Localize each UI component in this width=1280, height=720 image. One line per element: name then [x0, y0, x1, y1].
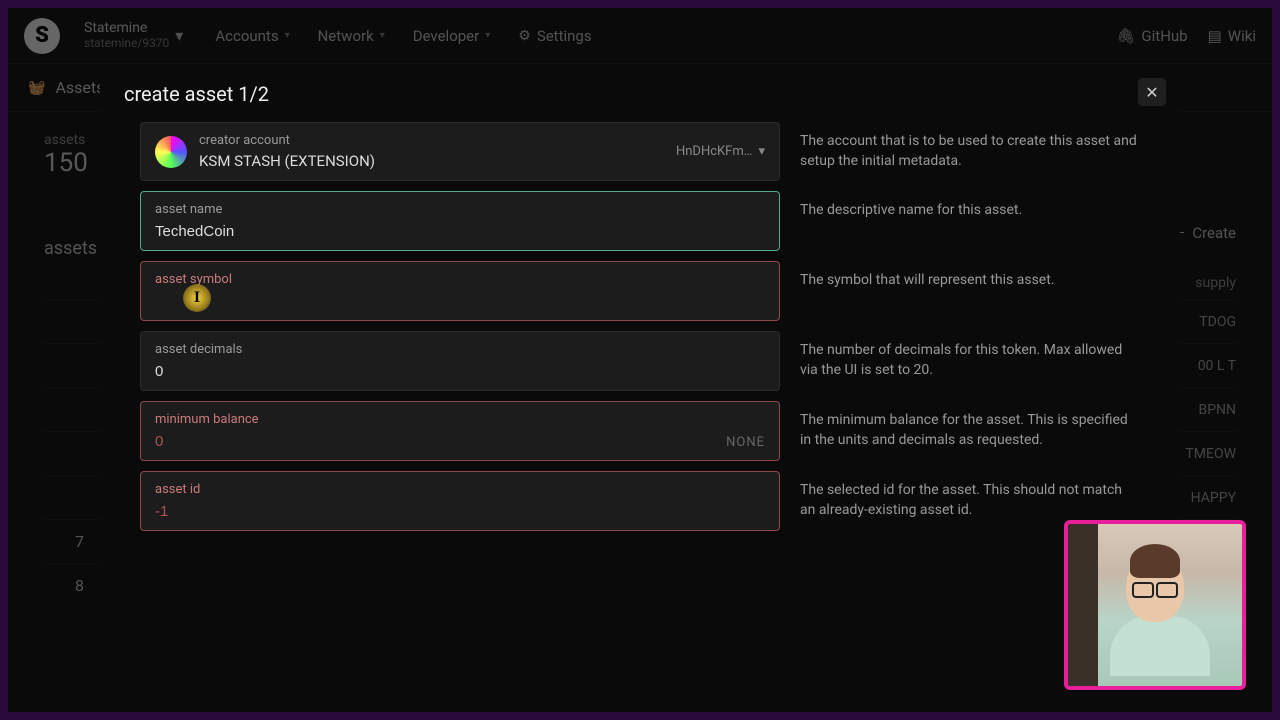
minimum-balance-input[interactable] [155, 433, 765, 450]
account-address: HnDHcKFm… ▾ [676, 144, 765, 159]
asset-name-field[interactable]: asset name [140, 191, 780, 251]
close-button[interactable]: ✕ [1138, 78, 1166, 106]
minimum-balance-field[interactable]: minimum balance NONE [140, 401, 780, 461]
field-description: The descriptive name for this asset. [800, 191, 1140, 221]
app-window: S Statemine statemine/9370 ▾ Accounts▾ N… [8, 8, 1272, 712]
field-label: minimum balance [155, 412, 765, 427]
field-label: asset id [155, 482, 765, 497]
person-silhouette [1110, 552, 1200, 672]
asset-decimals-field[interactable]: asset decimals [140, 331, 780, 391]
identicon [155, 136, 187, 168]
unit-suffix: NONE [726, 435, 765, 450]
asset-decimals-input[interactable] [155, 363, 765, 380]
field-label: creator account [199, 133, 664, 148]
chevron-down-icon: ▾ [758, 144, 765, 159]
create-asset-modal: create asset 1/2 ✕ creator account KSM S… [100, 64, 1180, 601]
field-description: The account that is to be used to create… [800, 122, 1140, 171]
webcam-overlay [1064, 520, 1246, 690]
field-label: asset name [155, 202, 765, 217]
asset-id-input[interactable] [155, 503, 765, 520]
asset-id-field[interactable]: asset id [140, 471, 780, 531]
field-label: asset symbol [155, 272, 765, 287]
asset-symbol-field[interactable]: asset symbol [140, 261, 780, 321]
creator-account-field[interactable]: creator account KSM STASH (EXTENSION) Hn… [140, 122, 780, 181]
modal-title: create asset 1/2 [124, 82, 1156, 106]
field-description: The selected id for the asset. This shou… [800, 471, 1140, 520]
account-name: KSM STASH (EXTENSION) [199, 152, 664, 170]
asset-symbol-input[interactable] [155, 293, 765, 310]
close-icon: ✕ [1145, 83, 1158, 102]
field-description: The symbol that will represent this asse… [800, 261, 1140, 291]
field-description: The minimum balance for the asset. This … [800, 401, 1140, 450]
field-label: asset decimals [155, 342, 765, 357]
asset-name-input[interactable] [155, 223, 765, 240]
field-description: The number of decimals for this token. M… [800, 331, 1140, 380]
